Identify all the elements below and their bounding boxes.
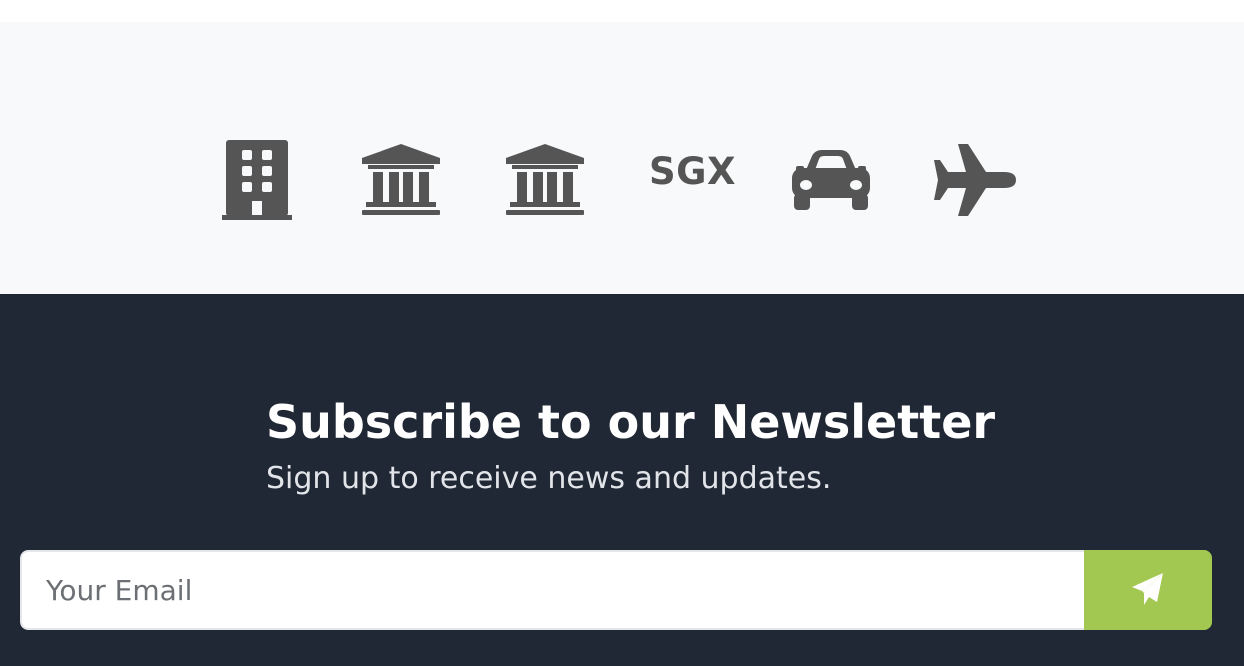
subscribe-button[interactable] [1084, 550, 1212, 630]
client-logos-band: SGX [0, 22, 1244, 294]
bank-icon [506, 144, 584, 216]
building-icon [222, 140, 292, 220]
top-strip [0, 0, 1244, 22]
email-input[interactable] [20, 550, 1084, 630]
newsletter-section: Subscribe to our Newsletter Sign up to r… [0, 294, 1244, 666]
newsletter-title: Subscribe to our Newsletter [266, 395, 996, 449]
plane-icon [934, 144, 1016, 216]
sgx-logo: SGX [649, 150, 737, 193]
paper-plane-icon [1131, 572, 1165, 609]
car-icon [790, 148, 872, 212]
bank-icon [362, 144, 440, 216]
newsletter-subtitle: Sign up to receive news and updates. [266, 461, 832, 496]
newsletter-form [20, 550, 1212, 630]
